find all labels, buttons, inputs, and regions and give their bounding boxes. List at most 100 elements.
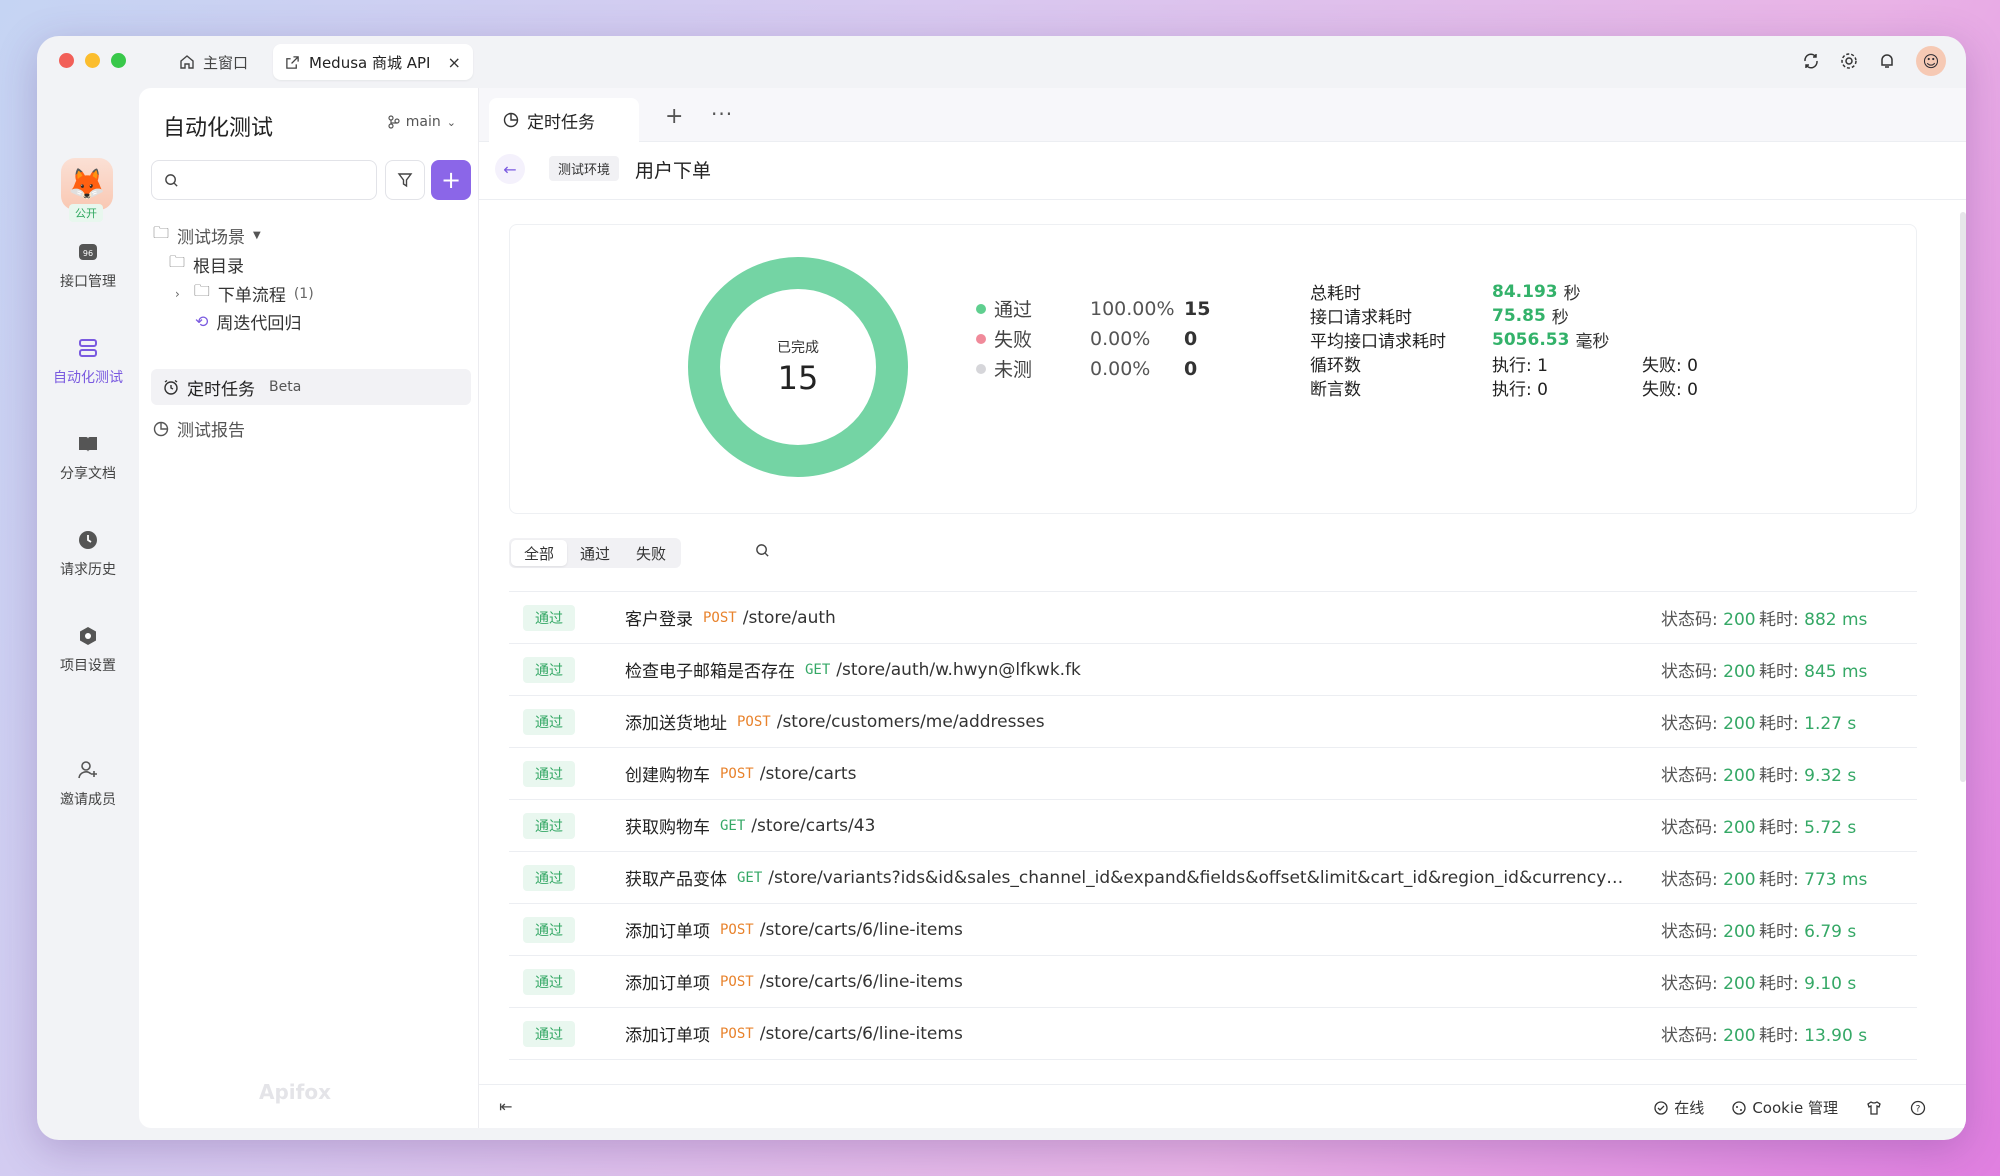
stat-assertions: 断言数 执行: 0 失败: 0 <box>1310 375 1698 400</box>
back-button[interactable]: ← <box>495 154 525 184</box>
editor-tabs: 定时任务 + ··· <box>479 88 1966 142</box>
collapse-sidebar-icon[interactable]: ⇤ <box>499 1097 512 1116</box>
pass-badge: 通过 <box>523 916 575 943</box>
tree-item-root[interactable]: 🗀 根目录 <box>169 251 244 278</box>
status-code-label: 状态码: <box>1661 1026 1718 1046</box>
add-button[interactable]: + <box>431 160 471 200</box>
settings-icon[interactable] <box>1840 52 1858 70</box>
bell-icon[interactable] <box>1878 52 1896 70</box>
result-name: 添加订单项 POST/store/carts/6/line-items <box>625 1021 963 1047</box>
filter-button[interactable] <box>385 160 425 200</box>
tab-project-label: Medusa 商城 API <box>309 53 431 72</box>
project-logo-icon[interactable]: 🦊 <box>61 158 113 210</box>
pie-chart-icon <box>503 112 519 128</box>
search-icon <box>165 173 178 187</box>
new-tab-button[interactable]: + <box>665 104 683 129</box>
http-method: GET <box>805 661 831 678</box>
stat-exec: 执行: 1 <box>1492 356 1548 376</box>
result-row[interactable]: 通过 添加订单项 POST/store/carts/6/line-items 状态码:… <box>509 956 1917 1008</box>
status-code-value: 200 <box>1723 974 1756 994</box>
tree-item-test-scenes[interactable]: 🗀 测试场景 ▼ <box>153 222 261 249</box>
result-row[interactable]: 通过 检查电子邮箱是否存在 GET/store/auth/w.hwyn@lfkwk.… <box>509 644 1917 696</box>
result-summary: 已完成 15 通过 100.00% 15 失败 0.00% 0 未测 0.00%… <box>509 224 1917 514</box>
http-method: POST <box>720 1025 754 1042</box>
result-row[interactable]: 通过 创建购物车 POST/store/carts 状态码: 200 耗时: 9.32 … <box>509 748 1917 800</box>
stat-exec: 执行: 0 <box>1492 380 1548 400</box>
elapsed-time-label: 耗时: <box>1759 922 1799 942</box>
tab-scheduled-tasks[interactable]: 定时任务 <box>489 98 639 142</box>
rail-item-request-history[interactable]: 请求历史 <box>37 528 139 579</box>
folder-ts-icon: 🗀 <box>153 223 170 242</box>
avatar-icon[interactable]: ☺ <box>1916 46 1946 76</box>
tree-item-order-flow[interactable]: › 🗀 下单流程 (1) <box>175 280 314 307</box>
result-row[interactable]: 通过 获取购物车 GET/store/carts/43 状态码: 200 耗时: 5.7… <box>509 800 1917 852</box>
legend-count: 0 <box>1184 357 1198 380</box>
nav-scheduled-tasks[interactable]: 定时任务 Beta <box>151 369 471 405</box>
folder-icon: 🗀 <box>193 281 210 300</box>
branch-selector[interactable]: main ⌄ <box>388 114 456 130</box>
tab-main-window[interactable]: 主窗口 <box>169 47 258 77</box>
status-code-value: 200 <box>1723 922 1756 942</box>
more-tabs-button[interactable]: ··· <box>711 102 733 126</box>
tshirt-icon[interactable] <box>1866 1100 1882 1116</box>
rail-item-share-docs[interactable]: 分享文档 <box>37 432 139 483</box>
status-code-label: 状态码: <box>1661 610 1718 630</box>
tab-project[interactable]: Medusa 商城 API × <box>273 44 473 80</box>
tree-label: 根目录 <box>193 257 245 277</box>
legend-count: 0 <box>1184 327 1198 350</box>
status-code: 状态码: 200 <box>1661 709 1756 734</box>
rail-item-api-management[interactable]: 96 接口管理 <box>37 240 139 291</box>
folder-icon: 🗀 <box>169 252 186 271</box>
minimize-window-button[interactable] <box>85 53 100 68</box>
scrollbar[interactable] <box>1960 212 1966 782</box>
filter-all[interactable]: 全部 <box>511 540 568 566</box>
sync-icon[interactable] <box>1802 52 1820 70</box>
tree-item-weekly-regression[interactable]: ⟲ 周迭代回归 <box>195 309 301 334</box>
online-status[interactable]: 在线 <box>1654 1097 1704 1118</box>
legend-pass: 通过 100.00% 15 <box>976 295 1210 322</box>
close-icon[interactable]: × <box>447 53 460 72</box>
rail-item-invite-members[interactable]: 邀请成员 <box>37 758 139 809</box>
help-icon[interactable]: ? <box>1910 1100 1926 1116</box>
nav-label: 定时任务 <box>187 379 255 400</box>
maximize-window-button[interactable] <box>111 53 126 68</box>
pass-badge: 通过 <box>523 760 575 787</box>
close-window-button[interactable] <box>59 53 74 68</box>
legend-percent: 0.00% <box>1090 357 1151 380</box>
tab-label: 定时任务 <box>527 112 595 133</box>
result-search-button[interactable] <box>755 543 770 562</box>
filter-pass[interactable]: 通过 <box>567 540 623 566</box>
search-input[interactable] <box>187 172 357 188</box>
status-code-value: 200 <box>1723 766 1756 786</box>
pass-badge: 通过 <box>523 656 575 683</box>
elapsed-time-value: 882 ms <box>1804 610 1868 630</box>
search-box[interactable] <box>151 160 377 200</box>
result-row[interactable]: 通过 添加订单项 POST/store/carts/6/line-items 状态码:… <box>509 1008 1917 1060</box>
rail-item-project-settings[interactable]: 项目设置 <box>37 624 139 675</box>
check-circle-icon <box>1654 1100 1668 1115</box>
result-row[interactable]: 通过 客户登录 POST/store/auth 状态码: 200 耗时: 882 ms <box>509 592 1917 644</box>
app-window: 主窗口 Medusa 商城 API × ☺ 🦊 公开 96 接口管理 自动化测试… <box>37 36 1966 1140</box>
environment-badge: 测试环境 <box>549 156 620 181</box>
cookie-manager[interactable]: Cookie 管理 <box>1732 1097 1838 1118</box>
rail-item-label: 项目设置 <box>60 658 116 674</box>
tree-label: 周迭代回归 <box>216 314 302 334</box>
rail-item-label: 分享文档 <box>60 466 116 482</box>
case-name: 检查电子邮箱是否存在 <box>625 662 795 682</box>
result-filter-tabs: 全部 通过 失败 <box>509 538 682 568</box>
rail-item-automation-test[interactable]: 自动化测试 <box>37 336 139 387</box>
request-path: /store/carts <box>759 763 857 784</box>
result-row[interactable]: 通过 获取产品变体 GET/store/variants?ids&id&sales_… <box>509 852 1917 904</box>
legend-dot <box>976 333 986 344</box>
book-icon <box>76 432 100 456</box>
result-row[interactable]: 通过 添加送货地址 POST/store/customers/me/addresse… <box>509 696 1917 748</box>
tab-main-window-label: 主窗口 <box>203 53 249 72</box>
filter-fail[interactable]: 失败 <box>623 540 679 566</box>
stat-avg-request-time: 平均接口请求耗时 5056.53 毫秒 <box>1310 327 1609 353</box>
result-row[interactable]: 通过 添加订单项 POST/store/carts/6/line-items 状态码:… <box>509 904 1917 956</box>
elapsed-time: 耗时: 13.90 s <box>1759 1021 1867 1046</box>
nav-test-reports[interactable]: 测试报告 <box>153 416 245 441</box>
elapsed-time-value: 6.79 s <box>1804 922 1857 942</box>
legend-count: 15 <box>1184 297 1211 320</box>
result-name: 客户登录 POST/store/auth <box>625 605 836 631</box>
